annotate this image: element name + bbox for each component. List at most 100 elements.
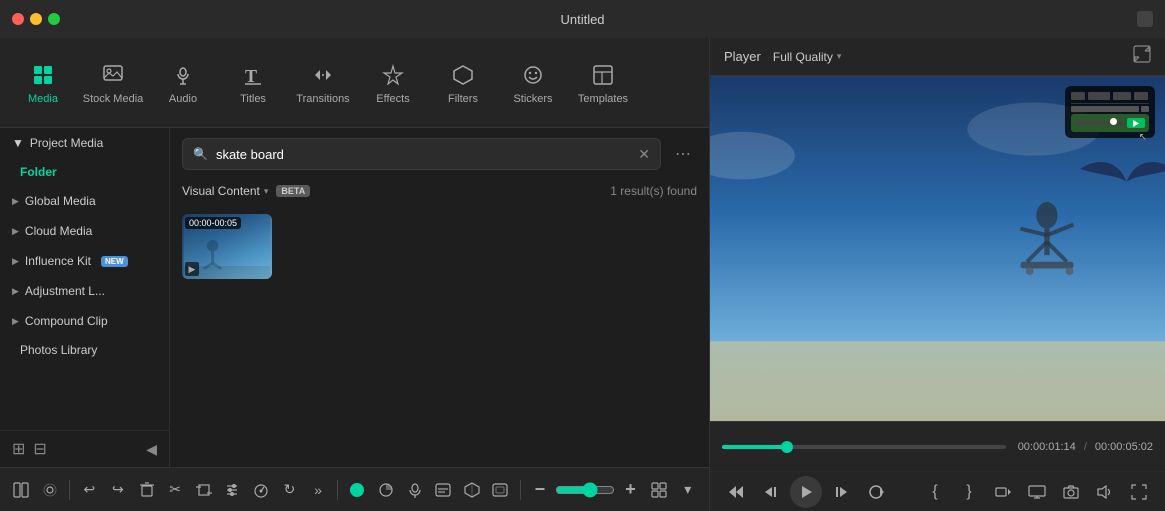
cloud-media-header[interactable]: ▶ Cloud Media [0, 216, 169, 246]
effects-icon [379, 61, 407, 89]
redo-button[interactable]: ↪ [105, 474, 132, 506]
more-button[interactable]: » [305, 474, 332, 506]
sidebar-item-folder[interactable]: Folder [0, 158, 169, 186]
traffic-lights [12, 13, 60, 25]
overlay-control-1 [1071, 92, 1085, 100]
split-button[interactable] [8, 474, 35, 506]
cut-button[interactable]: ✂ [162, 474, 189, 506]
toolbar-stock-media[interactable]: Stock Media [78, 48, 148, 118]
sidebar: ▼ Project Media Folder ▶ Global Media ▶ … [0, 128, 170, 467]
toolbar-templates[interactable]: Templates [568, 48, 638, 118]
pip-button[interactable] [344, 474, 371, 506]
color-button[interactable] [373, 474, 400, 506]
rotate-button[interactable]: ↻ [276, 474, 303, 506]
project-media-arrow: ▼ [12, 136, 24, 150]
maximize-button[interactable] [48, 13, 60, 25]
snapshot-button[interactable] [1057, 478, 1085, 506]
media-item[interactable]: 00:00-00:05 ▶ [182, 214, 272, 279]
photos-label: Photos Library [20, 343, 97, 357]
overlay-control-3 [1113, 92, 1131, 100]
toolbar-media[interactable]: Media [8, 48, 78, 118]
titles-icon: T [239, 61, 267, 89]
clear-search-icon[interactable]: ✕ [638, 146, 650, 163]
influence-kit-header[interactable]: ▶ Influence Kit NEW [0, 246, 169, 276]
toolbar-titles[interactable]: T Titles [218, 48, 288, 118]
toolbar-transitions[interactable]: Transitions [288, 48, 358, 118]
grid-view-button[interactable] [646, 474, 673, 506]
crop-button[interactable] [190, 474, 217, 506]
delete-button[interactable] [133, 474, 160, 506]
toolbar-stickers[interactable]: Stickers [498, 48, 568, 118]
ar-button[interactable] [459, 474, 486, 506]
overlay-play-btn [1127, 118, 1145, 128]
stock-media-label: Stock Media [83, 93, 144, 105]
titlebar-right [1137, 11, 1153, 27]
project-media-section: ▼ Project Media Folder [0, 128, 169, 186]
mark-in-button[interactable]: { [921, 478, 949, 506]
toolbar-effects[interactable]: Effects [358, 48, 428, 118]
folder-label: Folder [20, 165, 57, 179]
adjustment-header[interactable]: ▶ Adjustment L... [0, 276, 169, 306]
search-box[interactable]: 🔍 ✕ [182, 138, 661, 170]
overlay-button[interactable] [487, 474, 514, 506]
audio-icon [169, 61, 197, 89]
rewind-button[interactable] [722, 478, 750, 506]
separator-1 [69, 480, 70, 500]
toolbar-audio[interactable]: Audio [148, 48, 218, 118]
player-progress-bar-row: 00:00:01:14 / 00:00:05:02 [710, 421, 1165, 471]
titlebar: Untitled [0, 0, 1165, 38]
add-folder-icon[interactable]: ⊞ [12, 439, 25, 459]
audio-mix-button[interactable] [219, 474, 246, 506]
play-pause-button[interactable] [790, 476, 822, 508]
frame-forward-button[interactable] [828, 478, 856, 506]
overlay-slider-track [1075, 121, 1125, 125]
global-media-header[interactable]: ▶ Global Media [0, 186, 169, 216]
search-input[interactable] [216, 147, 630, 162]
minimize-button[interactable] [30, 13, 42, 25]
ripple-button[interactable] [37, 474, 64, 506]
frame-back-button[interactable] [756, 478, 784, 506]
stickers-label: Stickers [513, 93, 552, 105]
new-badge: NEW [101, 256, 128, 267]
toolbar-filters[interactable]: Filters [428, 48, 498, 118]
collapse-icon[interactable]: ◀ [146, 441, 157, 458]
titlebar-icon-1[interactable] [1137, 11, 1153, 27]
undo-button[interactable]: ↩ [76, 474, 103, 506]
overlay-control-4 [1134, 92, 1148, 100]
transitions-icon [309, 61, 337, 89]
zoom-slider[interactable] [555, 482, 615, 498]
volume-button[interactable] [1091, 478, 1119, 506]
filter-label: Visual Content [182, 184, 260, 198]
media-label: Media [28, 93, 58, 105]
templates-label: Templates [578, 93, 628, 105]
close-button[interactable] [12, 13, 24, 25]
sidebar-footer: ⊞ ⊟ ◀ [0, 430, 169, 467]
zoom-out-button[interactable]: − [527, 474, 554, 506]
filter-button[interactable]: Visual Content ▾ [182, 184, 268, 198]
progress-bar[interactable] [722, 445, 1006, 449]
global-media-label: Global Media [25, 194, 96, 208]
loop-button[interactable] [862, 478, 890, 506]
voice-button[interactable] [401, 474, 428, 506]
speed-button[interactable] [248, 474, 275, 506]
folder-icon[interactable]: ⊟ [33, 439, 46, 459]
compound-clip-header[interactable]: ▶ Compound Clip [0, 306, 169, 336]
zoom-slider-container [555, 482, 615, 498]
media-grid: 00:00-00:05 ▶ [170, 206, 709, 467]
titles-label: Titles [240, 93, 266, 105]
project-media-header[interactable]: ▼ Project Media [0, 128, 169, 158]
fullscreen-button[interactable] [1125, 478, 1153, 506]
expand-button[interactable]: ▾ [674, 474, 701, 506]
content-toolbar: 🔍 ✕ ⋯ [170, 128, 709, 180]
insert-button[interactable] [989, 478, 1017, 506]
subtitle-button[interactable] [430, 474, 457, 506]
quality-selector[interactable]: Full Quality ▾ [773, 50, 842, 64]
more-options-button[interactable]: ⋯ [669, 140, 697, 168]
compound-clip-label: Compound Clip [25, 314, 108, 328]
monitor-button[interactable] [1023, 478, 1051, 506]
result-count: 1 result(s) found [610, 184, 697, 198]
mark-out-button[interactable]: } [955, 478, 983, 506]
player-expand-button[interactable] [1133, 45, 1151, 68]
sidebar-item-photos[interactable]: Photos Library [0, 336, 169, 364]
zoom-in-button[interactable]: + [617, 474, 644, 506]
